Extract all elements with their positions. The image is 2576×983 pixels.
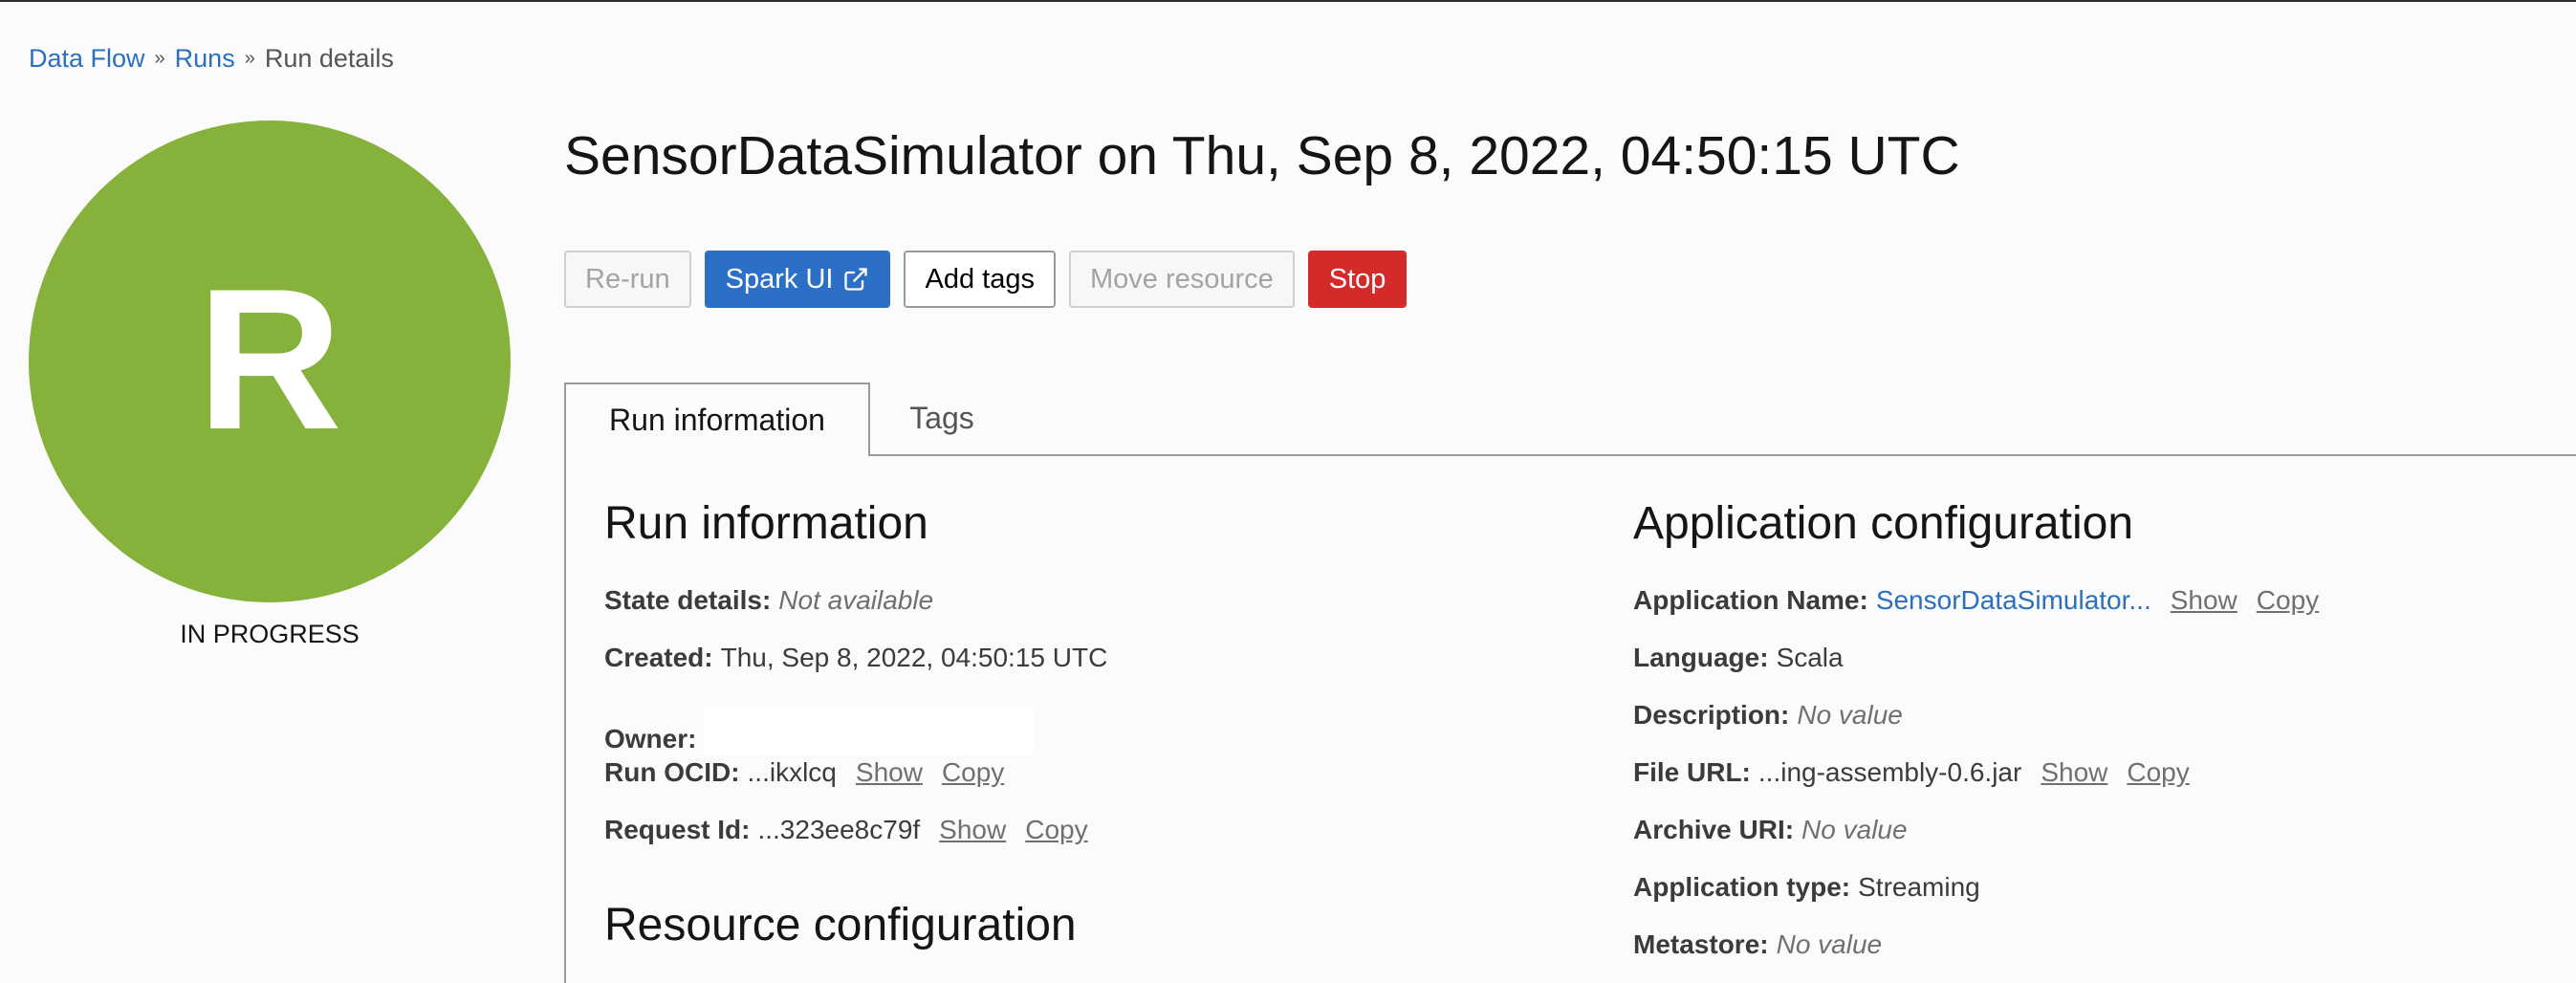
owner-redacted bbox=[704, 708, 1035, 755]
metastore-field: Metastore: No value bbox=[1633, 929, 1882, 960]
field-value: ...ing-assembly-0.6.jar bbox=[1757, 757, 2022, 787]
field-value: Thu, Sep 8, 2022, 04:50:15 UTC bbox=[720, 643, 1108, 672]
top-border bbox=[0, 0, 2576, 2]
field-value: No value bbox=[1776, 929, 1883, 959]
tab-tags[interactable]: Tags bbox=[870, 382, 1014, 454]
request-id-show-link[interactable]: Show bbox=[939, 815, 1006, 845]
breadcrumb-separator: » bbox=[244, 48, 255, 69]
file-url-field: File URL: ...ing-assembly-0.6.jar Show C… bbox=[1633, 757, 2190, 788]
field-label: State details: bbox=[604, 585, 772, 615]
breadcrumb-data-flow[interactable]: Data Flow bbox=[29, 44, 145, 74]
tab-run-information[interactable]: Run information bbox=[564, 382, 870, 456]
field-label: File URL: bbox=[1633, 757, 1751, 787]
application-name-copy-link[interactable]: Copy bbox=[2257, 585, 2319, 616]
field-value: ...ikxlcq bbox=[747, 757, 837, 787]
status-label: IN PROGRESS bbox=[180, 620, 360, 648]
breadcrumb: Data Flow » Runs » Run details bbox=[29, 44, 394, 74]
description-field: Description: No value bbox=[1633, 700, 1903, 731]
application-type-field: Application type: Streaming bbox=[1633, 872, 1980, 903]
run-ocid-copy-link[interactable]: Copy bbox=[942, 757, 1004, 788]
file-url-show-link[interactable]: Show bbox=[2041, 757, 2107, 788]
archive-uri-field: Archive URI: No value bbox=[1633, 815, 1908, 845]
run-ocid-show-link[interactable]: Show bbox=[856, 757, 923, 788]
avatar-letter: R bbox=[197, 247, 342, 471]
field-label: Request Id: bbox=[604, 815, 751, 844]
field-value: Not available bbox=[778, 585, 934, 615]
action-toolbar: Re-run Spark UI Add tags Move resource S… bbox=[564, 251, 1420, 308]
field-value: No value bbox=[1801, 815, 1908, 844]
field-label: Archive URI: bbox=[1633, 815, 1795, 844]
owner-field: Owner: bbox=[604, 700, 1035, 755]
field-label: Description: bbox=[1633, 700, 1790, 730]
field-label: Application Name: bbox=[1633, 585, 1868, 615]
run-avatar: R bbox=[29, 120, 511, 602]
stop-button[interactable]: Stop bbox=[1307, 251, 1408, 308]
application-configuration-heading: Application configuration bbox=[1633, 498, 2134, 549]
add-tags-button[interactable]: Add tags bbox=[904, 251, 1056, 308]
application-name-show-link[interactable]: Show bbox=[2171, 585, 2238, 616]
panel-border bbox=[564, 454, 566, 983]
spark-ui-button[interactable]: Spark UI bbox=[704, 251, 891, 308]
run-information-heading: Run information bbox=[604, 498, 928, 549]
language-field: Language: Scala bbox=[1633, 643, 1844, 673]
created-field: Created: Thu, Sep 8, 2022, 04:50:15 UTC bbox=[604, 643, 1107, 673]
file-url-copy-link[interactable]: Copy bbox=[2127, 757, 2189, 788]
breadcrumb-runs[interactable]: Runs bbox=[175, 44, 235, 74]
breadcrumb-current: Run details bbox=[264, 44, 394, 73]
move-resource-button[interactable]: Move resource bbox=[1068, 251, 1295, 308]
field-label: Application type: bbox=[1633, 872, 1851, 902]
field-label: Run OCID: bbox=[604, 757, 740, 787]
field-value: ...323ee8c79f bbox=[757, 815, 921, 844]
request-id-copy-link[interactable]: Copy bbox=[1025, 815, 1087, 845]
breadcrumb-separator: » bbox=[154, 48, 165, 69]
run-ocid-field: Run OCID: ...ikxlcq Show Copy bbox=[604, 757, 1004, 788]
field-value: Scala bbox=[1776, 643, 1844, 672]
rerun-button[interactable]: Re-run bbox=[564, 251, 691, 308]
request-id-field: Request Id: ...323ee8c79f Show Copy bbox=[604, 815, 1088, 845]
state-details-field: State details: Not available bbox=[604, 585, 933, 616]
page-title: SensorDataSimulator on Thu, Sep 8, 2022,… bbox=[564, 125, 1960, 186]
field-value: No value bbox=[1797, 700, 1903, 730]
field-label: Language: bbox=[1633, 643, 1769, 672]
external-link-icon bbox=[842, 266, 869, 293]
field-label: Created: bbox=[604, 643, 713, 672]
application-name-field: Application Name: SensorDataSimulator...… bbox=[1633, 585, 2319, 616]
application-name-link[interactable]: SensorDataSimulator... bbox=[1876, 585, 2151, 616]
field-label: Owner: bbox=[604, 724, 697, 754]
resource-configuration-heading: Resource configuration bbox=[604, 900, 1077, 950]
field-value: Streaming bbox=[1858, 872, 1980, 902]
spark-ui-label: Spark UI bbox=[725, 263, 834, 295]
field-label: Metastore: bbox=[1633, 929, 1769, 959]
